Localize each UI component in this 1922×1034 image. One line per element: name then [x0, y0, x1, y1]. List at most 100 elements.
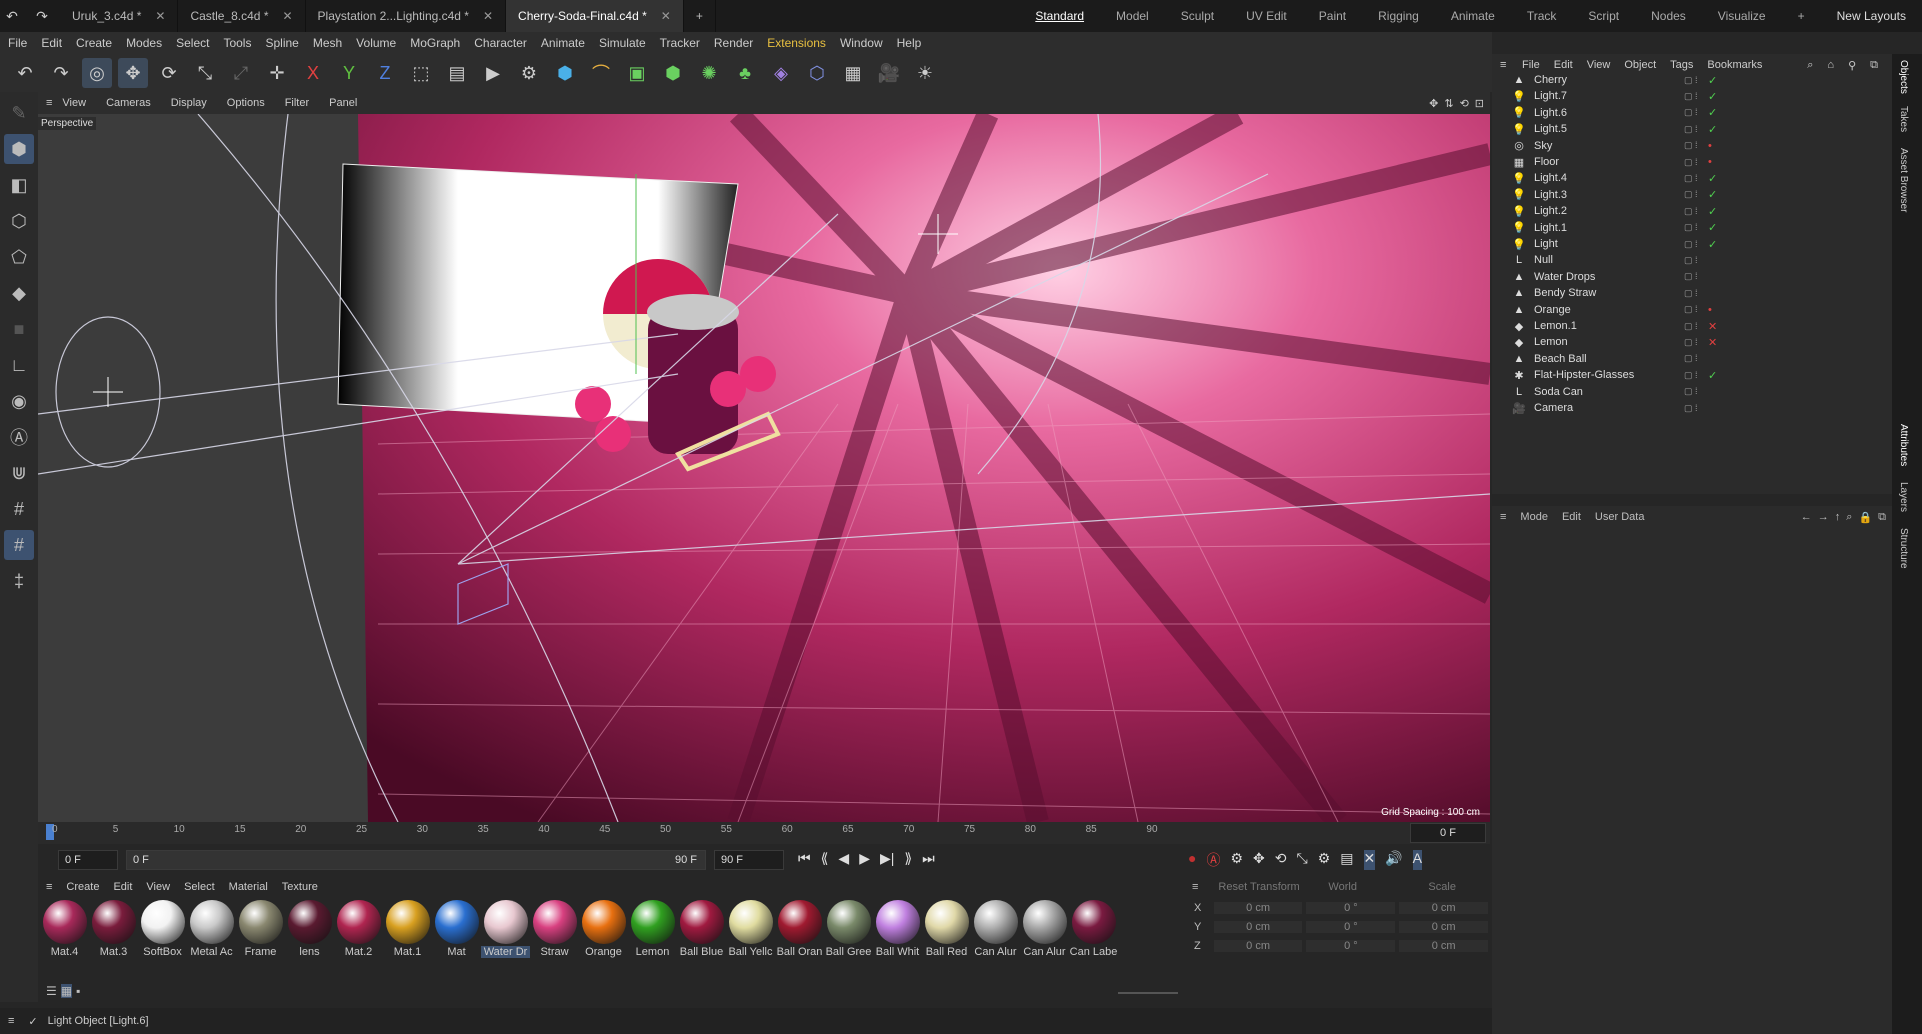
menu-mograph[interactable]: MoGraph — [410, 36, 460, 50]
coord-r-field[interactable]: 0 ° — [1306, 902, 1396, 914]
visibility-icon[interactable]: ▢ ⁞ — [1684, 271, 1708, 282]
layout-model[interactable]: Model — [1100, 9, 1165, 23]
menu-window[interactable]: Window — [840, 36, 883, 50]
viewport-menu-options[interactable]: Options — [227, 97, 265, 109]
material-swatch[interactable]: Mat.3 — [89, 900, 138, 958]
layout-track[interactable]: Track — [1511, 9, 1573, 23]
transform-icon[interactable]: ⤢ — [226, 58, 256, 88]
menu-help[interactable]: Help — [897, 36, 922, 50]
undo-icon[interactable]: ↶ — [10, 58, 40, 88]
coord-p-field[interactable]: 0 cm — [1213, 921, 1303, 933]
animate-icon[interactable]: Ⓐ — [4, 422, 34, 452]
subdivision-icon[interactable]: ▣ — [622, 58, 652, 88]
enabled-check-icon[interactable]: ✓ — [1708, 74, 1726, 87]
motion-icon[interactable]: ✕ — [1363, 850, 1376, 870]
material-swatch[interactable]: Metal Ac — [187, 900, 236, 958]
viewport-menu-icon[interactable]: ≡ — [46, 97, 52, 109]
axis-z-icon[interactable]: Z — [370, 58, 400, 88]
enabled-check-icon[interactable]: ✓ — [1708, 188, 1726, 201]
edge-mode-icon[interactable]: ⬠ — [4, 242, 34, 272]
material-menu-select[interactable]: Select — [184, 881, 215, 893]
visibility-icon[interactable]: ▢ ⁞ — [1684, 157, 1708, 168]
next-frame-icon[interactable]: ▶| — [880, 850, 894, 867]
polygon-mode-icon[interactable]: ◆ — [4, 278, 34, 308]
material-menu-icon[interactable]: ≡ — [46, 881, 52, 893]
solo-icon[interactable]: ◉ — [4, 386, 34, 416]
visibility-icon[interactable]: ▢ ⁞ — [1684, 107, 1708, 118]
viewport-menu-cameras[interactable]: Cameras — [106, 97, 151, 109]
frame-range-slider[interactable]: 0 F 90 F — [126, 850, 706, 870]
menu-extensions[interactable]: Extensions — [767, 36, 826, 50]
menu-modes[interactable]: Modes — [126, 36, 162, 50]
dock-tab-attributes[interactable]: Attributes — [1898, 424, 1909, 466]
point-mode-icon[interactable]: ⬡ — [4, 206, 34, 236]
viewport-menu-display[interactable]: Display — [171, 97, 207, 109]
scale-dropdown[interactable]: Scale — [1428, 881, 1456, 893]
redo-icon[interactable]: ↷ — [46, 58, 76, 88]
enabled-check-icon[interactable]: ✓ — [1708, 106, 1726, 119]
material-swatch[interactable]: Water Dr — [481, 900, 530, 958]
material-swatch[interactable]: Mat.4 — [40, 900, 89, 958]
layout-paint[interactable]: Paint — [1303, 9, 1362, 23]
viewport-menu-panel[interactable]: Panel — [329, 97, 357, 109]
menu-tracker[interactable]: Tracker — [660, 36, 700, 50]
document-tab[interactable]: Uruk_3.c4d * ✕ — [60, 0, 179, 32]
material-swatch[interactable]: Can Alur — [1020, 900, 1069, 958]
forward-icon[interactable]: → — [1818, 511, 1829, 523]
enabled-check-icon[interactable]: ✓ — [1708, 238, 1726, 251]
timeline-ruler[interactable]: 0 F 0 5 10 15 20 25 30 35 40 45 50 55 60 65 70 75 80 85 90 — [38, 822, 1490, 844]
coord-p-field[interactable]: 0 cm — [1213, 940, 1303, 952]
visibility-icon[interactable]: ▢ ⁞ — [1684, 403, 1708, 414]
coordinate-system-icon[interactable]: ⬚ — [406, 58, 436, 88]
disabled-x-icon[interactable]: ✕ — [1708, 336, 1726, 349]
enabled-check-icon[interactable]: ✓ — [1708, 172, 1726, 185]
next-key-icon[interactable]: ⟫ — [904, 850, 912, 867]
render-view-icon[interactable]: ▤ — [442, 58, 472, 88]
deformer-icon[interactable]: ◈ — [766, 58, 796, 88]
material-menu-create[interactable]: Create — [66, 881, 99, 893]
play-icon[interactable]: ▶ — [859, 850, 870, 867]
visibility-icon[interactable]: ▢ ⁞ — [1684, 206, 1708, 217]
enabled-check-icon[interactable]: ✓ — [1708, 221, 1726, 234]
coord-r-field[interactable]: 0 ° — [1306, 921, 1396, 933]
document-tab[interactable]: Cherry-Soda-Final.c4d * ✕ — [506, 0, 684, 32]
material-swatch[interactable]: SoftBox — [138, 900, 187, 958]
document-tab[interactable]: Castle_8.c4d * ✕ — [178, 0, 306, 32]
menu-edit[interactable]: Edit — [41, 36, 62, 50]
grid-icon[interactable]: ▦ — [838, 58, 868, 88]
bend-icon[interactable]: ⌒ — [586, 58, 616, 88]
material-swatch[interactable]: Straw — [530, 900, 579, 958]
layout-uv-edit[interactable]: UV Edit — [1230, 9, 1303, 23]
material-menu-edit[interactable]: Edit — [113, 881, 132, 893]
model-mode-icon[interactable]: ⬢ — [4, 134, 34, 164]
material-menu-material[interactable]: Material — [229, 881, 268, 893]
new-window-icon[interactable]: ⧉ — [1878, 511, 1886, 524]
end-frame-field[interactable]: 90 F — [714, 850, 784, 870]
coord-r-field[interactable]: 0 ° — [1306, 940, 1396, 952]
light-icon[interactable]: ☀ — [910, 58, 940, 88]
visibility-icon[interactable]: ▢ ⁞ — [1684, 189, 1708, 200]
visibility-icon[interactable]: ▢ ⁞ — [1684, 124, 1708, 135]
effector-icon[interactable]: ⬡ — [802, 58, 832, 88]
lock-icon[interactable]: 🔒 — [1858, 511, 1872, 524]
material-swatch[interactable]: Lemon — [628, 900, 677, 958]
layout-sculpt[interactable]: Sculpt — [1165, 9, 1230, 23]
material-swatch[interactable]: Ball Red — [922, 900, 971, 958]
attr-menu-mode[interactable]: Mode — [1520, 511, 1548, 523]
thumbnail-size-slider[interactable] — [1118, 992, 1178, 994]
viewport-menu-view[interactable]: View — [62, 97, 86, 109]
material-swatch[interactable]: Ball Yellc — [726, 900, 775, 958]
attr-menu-edit[interactable]: Edit — [1562, 511, 1581, 523]
coord-menu-icon[interactable]: ≡ — [1192, 881, 1198, 893]
enabled-check-icon[interactable]: ✓ — [1708, 90, 1726, 103]
undo-icon[interactable]: ↶ — [0, 4, 24, 28]
axis-mode-icon[interactable]: ∟ — [4, 350, 34, 380]
search-icon[interactable]: ⌕ — [1846, 511, 1852, 524]
rotate-icon[interactable]: ⟳ — [154, 58, 184, 88]
redo-icon[interactable]: ↷ — [30, 4, 54, 28]
menu-tools[interactable]: Tools — [223, 36, 251, 50]
axis-y-icon[interactable]: Y — [334, 58, 364, 88]
material-swatch[interactable]: Ball Oran — [775, 900, 824, 958]
snap-icon[interactable]: # — [4, 494, 34, 524]
material-menu-view[interactable]: View — [146, 881, 170, 893]
